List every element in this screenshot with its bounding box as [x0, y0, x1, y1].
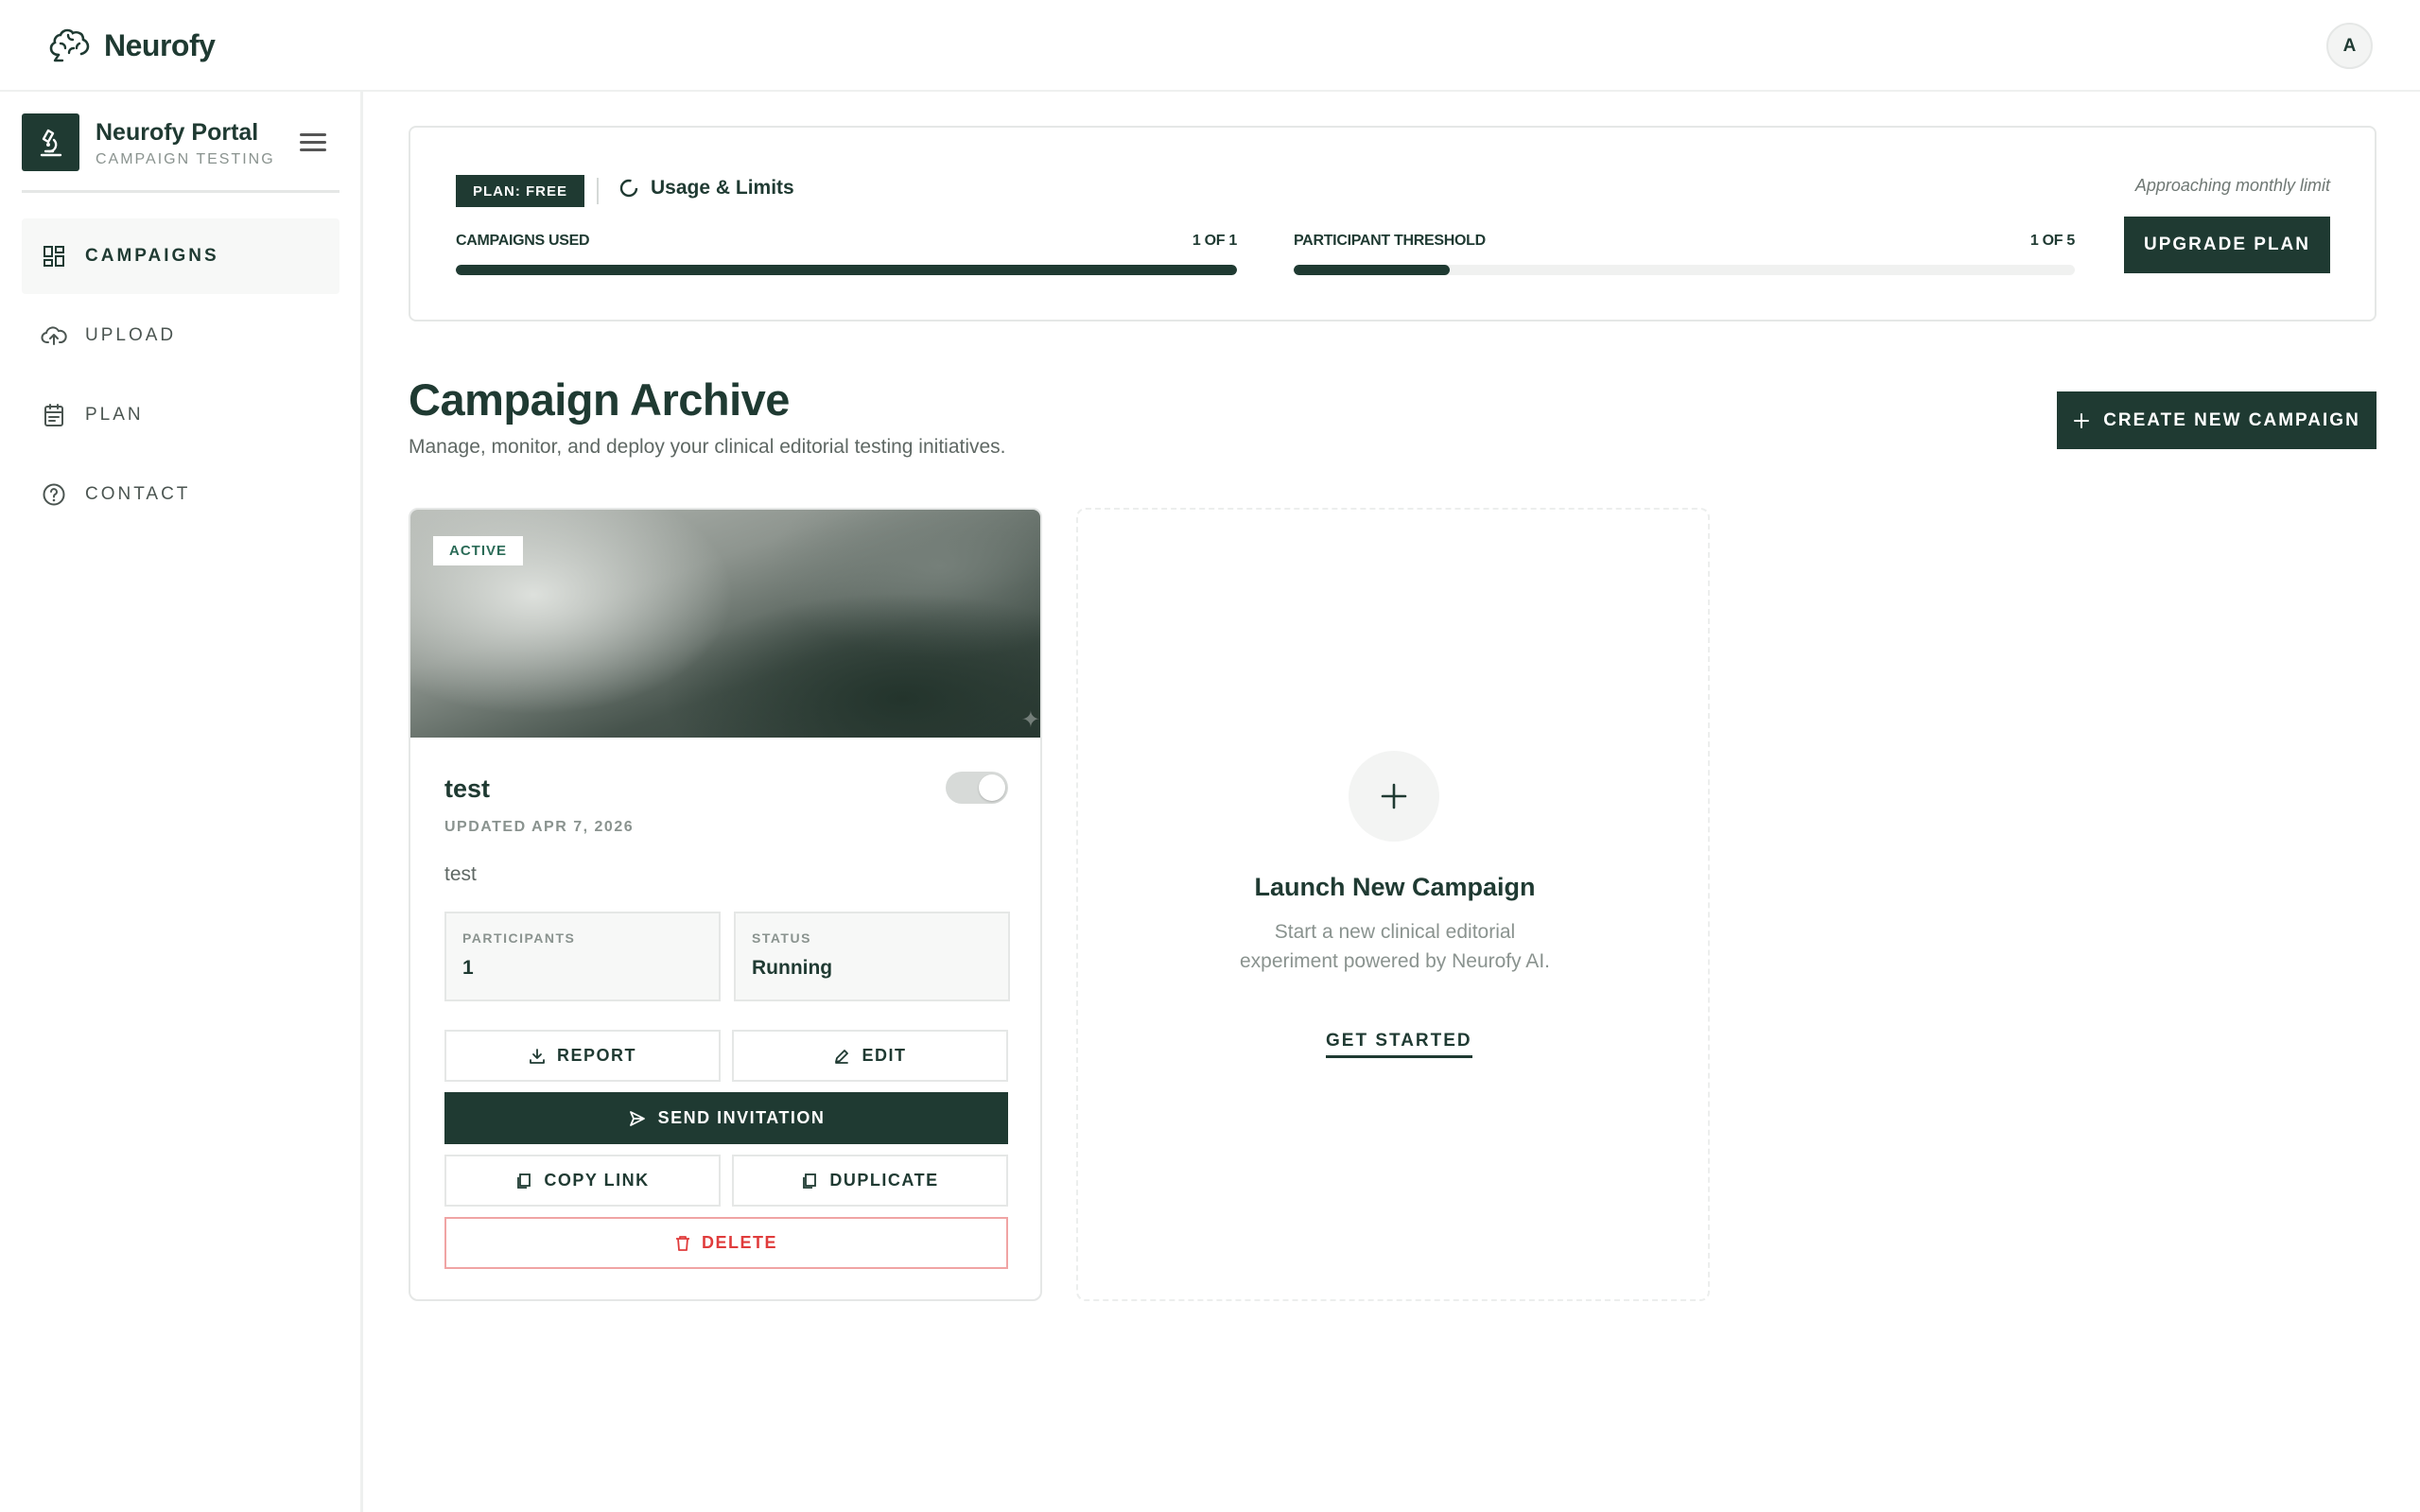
- sidebar-item-label: CONTACT: [85, 484, 191, 504]
- get-started-link[interactable]: GET STARTED: [1326, 1031, 1472, 1058]
- participant-threshold-meter: PARTICIPANT THRESHOLD 1 OF 5: [1294, 233, 2075, 275]
- upgrade-plan-button[interactable]: UPGRADE PLAN: [2124, 217, 2330, 273]
- plan-badge: PLAN: FREE: [456, 175, 584, 207]
- top-bar: Neurofy A: [0, 0, 2420, 92]
- sidebar-item-plan[interactable]: PLAN: [22, 377, 339, 453]
- sidebar-item-campaigns[interactable]: CAMPAIGNS: [22, 218, 339, 294]
- sidebar-item-label: CAMPAIGNS: [85, 246, 219, 266]
- sidebar: Neurofy Portal CAMPAIGN TESTING CAMPAIGN…: [0, 92, 363, 1512]
- send-icon: [629, 1110, 645, 1126]
- sparkle-icon: ✦: [1020, 707, 1040, 733]
- sidebar-nav: CAMPAIGNS UPLOAD PLAN CONTACT: [22, 218, 339, 536]
- duplicate-button[interactable]: DUPLICATE: [732, 1155, 1008, 1207]
- toggle-knob: [979, 774, 1005, 801]
- calendar-icon: [41, 402, 67, 428]
- sidebar-item-upload[interactable]: UPLOAD: [22, 298, 339, 374]
- usage-title-text: Usage & Limits: [651, 177, 794, 199]
- plus-icon: [2074, 412, 2090, 428]
- trash-icon: [675, 1235, 689, 1251]
- meter-value: 1 OF 1: [1192, 233, 1237, 249]
- brand-name: Neurofy: [104, 27, 216, 62]
- download-icon: [530, 1048, 545, 1064]
- help-circle-icon: [41, 481, 67, 508]
- stat-value: 1: [462, 957, 474, 979]
- meter-label: PARTICIPANT THRESHOLD: [1294, 233, 1486, 249]
- brain-logo-icon: [49, 28, 90, 62]
- add-campaign-button[interactable]: [1349, 751, 1439, 842]
- campaign-name: test: [444, 774, 491, 803]
- campaign-cover-image: ACTIVE ✦: [410, 510, 1040, 738]
- portal-subtitle: CAMPAIGN TESTING: [96, 151, 275, 167]
- sidebar-item-label: UPLOAD: [85, 325, 177, 345]
- microscope-icon: [22, 113, 79, 171]
- delete-button[interactable]: DELETE: [444, 1217, 1008, 1269]
- plus-icon: [1381, 783, 1407, 809]
- usage-limits-card: PLAN: FREE Usage & Limits CAMPAIGNS USED…: [409, 126, 2376, 322]
- create-button-label: CREATE NEW CAMPAIGN: [2103, 409, 2360, 430]
- stat-label: STATUS: [752, 930, 811, 946]
- campaign-updated-date: UPDATED APR 7, 2026: [444, 819, 635, 835]
- meter-value: 1 OF 5: [2029, 233, 2075, 249]
- status-stat: STATUS Running: [734, 912, 1010, 1001]
- meter-fill: [456, 265, 1237, 275]
- launch-title: Launch New Campaign: [1254, 873, 1536, 901]
- campaigns-used-meter: CAMPAIGNS USED 1 OF 1: [456, 233, 1237, 275]
- cloud-upload-icon: [41, 322, 67, 349]
- launch-description: Start a new clinical editorial experimen…: [1239, 921, 1550, 972]
- campaign-active-toggle[interactable]: [946, 772, 1008, 804]
- usage-title: Usage & Limits: [618, 177, 794, 200]
- user-avatar[interactable]: A: [2326, 23, 2373, 69]
- stat-value: Running: [752, 957, 833, 979]
- participants-stat: PARTICIPANTS 1: [444, 912, 721, 1001]
- send-invitation-button[interactable]: SEND INVITATION: [444, 1092, 1008, 1144]
- meter-track: [1294, 265, 2075, 275]
- campaign-description: test: [444, 863, 477, 885]
- meter-label: CAMPAIGNS USED: [456, 233, 590, 249]
- edit-button[interactable]: EDIT: [732, 1030, 1008, 1082]
- pencil-icon: [835, 1049, 849, 1064]
- portal-title: Neurofy Portal: [96, 119, 259, 146]
- copy-link-button[interactable]: COPY LINK: [444, 1155, 721, 1207]
- divider: [597, 178, 599, 204]
- launch-campaign-card[interactable]: Launch New Campaign Start a new clinical…: [1076, 508, 1710, 1301]
- campaign-card: ACTIVE ✦ test UPDATED APR 7, 2026 test P…: [409, 508, 1042, 1301]
- report-label: REPORT: [556, 1046, 636, 1065]
- edit-label: EDIT: [862, 1046, 907, 1065]
- create-new-campaign-button[interactable]: CREATE NEW CAMPAIGN: [2057, 391, 2376, 449]
- page-subtitle: Manage, monitor, and deploy your clinica…: [409, 436, 1006, 458]
- sidebar-item-label: PLAN: [85, 405, 144, 425]
- page-title: Campaign Archive: [409, 374, 790, 425]
- copy-icon: [803, 1173, 817, 1189]
- progress-ring-icon: [619, 179, 638, 198]
- copy-icon: [517, 1173, 531, 1189]
- stat-label: PARTICIPANTS: [462, 930, 576, 946]
- status-badge: ACTIVE: [433, 536, 524, 565]
- sidebar-item-contact[interactable]: CONTACT: [22, 457, 339, 532]
- limit-warning: Approaching monthly limit: [2134, 176, 2330, 195]
- send-invitation-label: SEND INVITATION: [657, 1108, 826, 1127]
- hamburger-menu-icon[interactable]: [296, 129, 330, 157]
- delete-label: DELETE: [701, 1233, 777, 1252]
- copy-link-label: COPY LINK: [544, 1171, 650, 1190]
- meter-fill: [1294, 265, 1451, 275]
- dashboard-icon: [41, 243, 67, 269]
- report-button[interactable]: REPORT: [444, 1030, 721, 1082]
- duplicate-label: DUPLICATE: [829, 1171, 939, 1190]
- portal-header: Neurofy Portal CAMPAIGN TESTING: [22, 113, 339, 193]
- meter-track: [456, 265, 1237, 275]
- brand[interactable]: Neurofy: [45, 23, 216, 68]
